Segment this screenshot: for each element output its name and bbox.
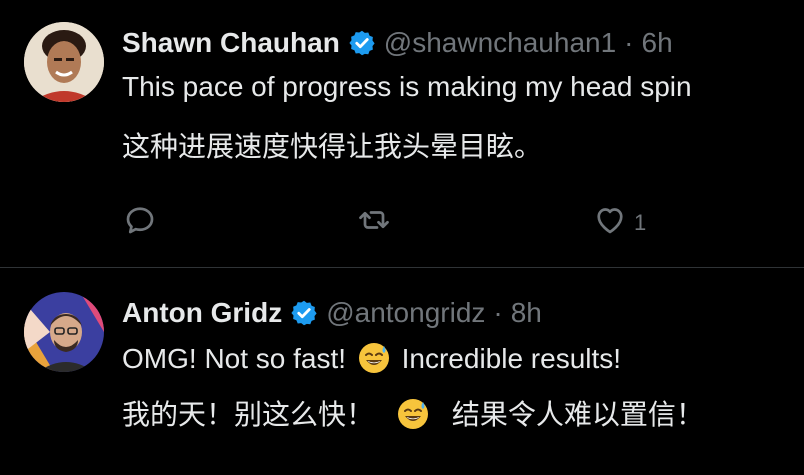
tweet-header: Shawn Chauhan @shawnchauhan1 · 6h [122, 26, 673, 60]
author-handle[interactable]: @shawnchauhan1 [384, 26, 616, 60]
tweet-header: Anton Gridz @antongridz · 8h [122, 296, 542, 330]
tweet-text-en: This pace of progress is making my head … [122, 71, 692, 102]
tweet-text-en-part2: Incredible results! [401, 343, 622, 374]
avatar[interactable] [24, 292, 104, 372]
reply-button[interactable] [122, 202, 158, 243]
author-handle[interactable]: @antongridz [326, 296, 485, 330]
tweet-actions: 1 [0, 200, 804, 244]
tweet-text-zh: 这种进展速度快得让我头晕目眩。 [122, 130, 543, 163]
tweet-text-zh-part1: 我的天！别这么快！ [122, 398, 375, 431]
timestamp[interactable]: 6h [642, 26, 673, 60]
reply-icon [122, 202, 158, 243]
tweet-anton[interactable]: Anton Gridz @antongridz · 8h OMG! Not so… [0, 268, 804, 475]
retweet-icon [356, 202, 392, 243]
author-name[interactable]: Anton Gridz [122, 296, 282, 330]
like-count: 1 [634, 209, 647, 235]
avatar[interactable] [24, 22, 104, 102]
separator-dot: · [624, 27, 634, 58]
sweat-smile-emoji-icon [397, 398, 429, 430]
tweet-text-zh: 我的天！别这么快！ 结果令人难以置信！ [122, 398, 704, 432]
sweat-smile-emoji-icon [358, 342, 390, 374]
tweet-shawn[interactable]: Shawn Chauhan @shawnchauhan1 · 6h This p… [0, 0, 804, 268]
tweet-text-zh-part2: 结果令人难以置信！ [451, 398, 704, 431]
tweet-text-en: OMG! Not so fast! Incredible results! [122, 342, 621, 376]
verified-badge-icon [290, 299, 318, 327]
timestamp[interactable]: 8h [511, 296, 542, 330]
tweet-text-en-part1: OMG! Not so fast! [122, 343, 347, 374]
author-name[interactable]: Shawn Chauhan [122, 26, 340, 60]
separator-dot: · [493, 297, 503, 328]
like-button[interactable]: 1 [592, 202, 646, 243]
heart-icon [592, 202, 628, 243]
verified-badge-icon [348, 29, 376, 57]
retweet-button[interactable] [356, 202, 392, 243]
